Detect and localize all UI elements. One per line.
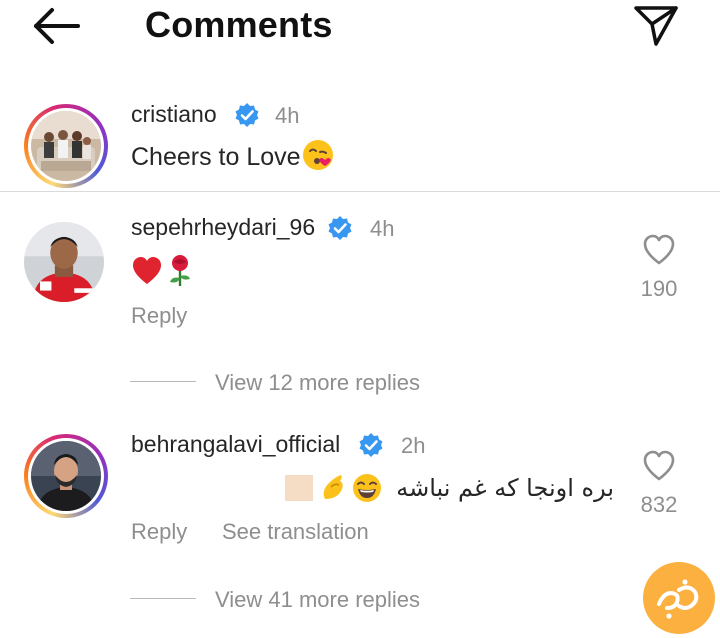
view-more-replies-button[interactable]: View 41 more replies [215, 587, 420, 613]
caption-time: 4h [275, 103, 300, 128]
reply-button[interactable]: Reply [131, 519, 187, 545]
verified-badge-icon [235, 103, 259, 127]
reply-button[interactable]: Reply [131, 303, 187, 329]
verified-badge-icon [328, 216, 352, 240]
caption-divider [0, 191, 720, 192]
avatar-photo [24, 222, 104, 302]
heart-outline-icon[interactable] [642, 450, 676, 482]
comment-username[interactable]: sepehrheydari_96 [131, 214, 315, 241]
kissing-face-emoji-icon [302, 140, 333, 171]
watermark-logo-icon [643, 562, 715, 634]
comments-header: Comments [0, 0, 720, 50]
avatar-photo [31, 111, 101, 181]
comment-text: بره اونجا که غم نباشه [396, 474, 614, 502]
caption-text: Cheers to Love [131, 140, 335, 172]
paper-plane-icon[interactable] [630, 0, 682, 48]
see-translation-button[interactable]: See translation [222, 519, 369, 545]
comment-emojis [283, 472, 383, 504]
avatar[interactable] [24, 104, 108, 188]
pinching-hand-emoji-icon [323, 475, 343, 499]
like-count: 832 [640, 492, 678, 517]
skin-tone-swatch-icon [285, 475, 313, 501]
like-count: 190 [640, 276, 678, 301]
replies-divider-line [130, 598, 196, 599]
arrow-left-icon[interactable] [30, 6, 82, 46]
comment-time: 2h [401, 433, 426, 458]
replies-divider-line [130, 381, 196, 382]
comment-username[interactable]: behrangalavi_official [131, 431, 340, 458]
heart-outline-icon[interactable] [642, 234, 676, 266]
red-heart-emoji-icon [133, 257, 161, 284]
caption-username[interactable]: cristiano [131, 101, 217, 128]
comment-time: 4h [370, 216, 395, 241]
avatar[interactable] [24, 434, 108, 518]
view-more-replies-button[interactable]: View 12 more replies [215, 370, 420, 396]
comment-text [131, 254, 193, 288]
avatar-photo [31, 441, 101, 511]
laughing-face-emoji-icon [353, 474, 381, 502]
rose-emoji-icon [170, 255, 190, 286]
avatar[interactable] [24, 222, 104, 302]
caption-text-content: Cheers to Love [131, 143, 301, 171]
page-title: Comments [145, 4, 333, 45]
verified-badge-icon [359, 433, 383, 457]
